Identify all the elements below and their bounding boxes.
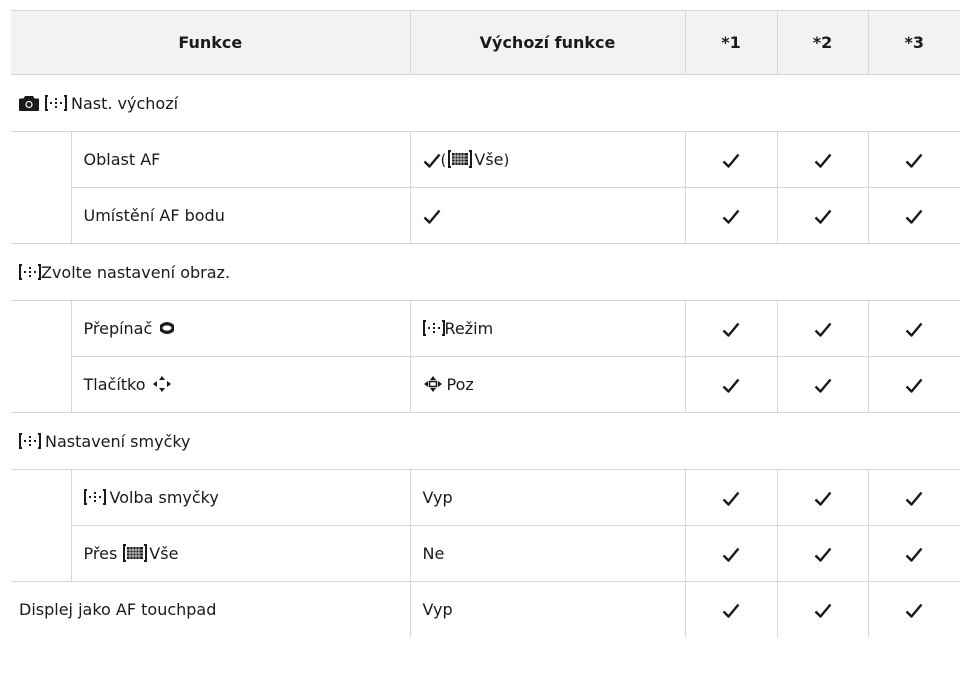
checkmark-icon xyxy=(722,378,740,394)
table-row: Displej jako AF touchpad Vyp xyxy=(11,581,961,637)
checkmark-icon xyxy=(722,153,740,169)
checkmark-icon xyxy=(905,547,923,563)
function-cell: Oblast AF xyxy=(70,131,411,188)
section-title: Nast. výchozí xyxy=(71,93,179,113)
af-target-mode-icon xyxy=(19,263,41,280)
checkmark-icon xyxy=(905,378,923,394)
checkmark-icon xyxy=(722,491,740,507)
table-header-row: Funkce Výchozí funkce *1 *2 *3 xyxy=(11,10,961,75)
af-target-mode-icon xyxy=(19,432,41,449)
function-cell: Přepínač xyxy=(70,300,411,357)
checkmark-icon xyxy=(905,209,923,225)
checkmark-icon xyxy=(814,209,832,225)
checkmark-icon xyxy=(722,209,740,225)
table-row: Přes Vše Ne xyxy=(11,525,961,582)
dial-icon xyxy=(158,320,176,336)
header-col-2: *2 xyxy=(776,10,869,75)
camera-icon xyxy=(19,95,39,111)
checkmark-icon xyxy=(423,153,441,169)
checkmark-icon xyxy=(814,322,832,338)
table-row: Tlačítko Poz xyxy=(11,356,961,413)
checkmark-icon xyxy=(905,491,923,507)
section-header-image-settings: Zvolte nastavení obraz. xyxy=(11,243,961,301)
table-row: Volba smyčky Vyp xyxy=(11,469,961,526)
checkmark-icon xyxy=(814,603,832,619)
checkmark-icon xyxy=(722,547,740,563)
function-cell: Umístění AF bodu xyxy=(70,187,411,244)
header-function: Funkce xyxy=(11,10,411,75)
arrow-pad-icon xyxy=(152,375,172,393)
header-col-1: *1 xyxy=(684,10,778,75)
default-cell: (Vše) xyxy=(409,131,686,188)
arrow-pad-icon xyxy=(423,375,443,393)
af-target-mode-icon xyxy=(83,489,106,505)
default-cell: Poz xyxy=(409,356,686,413)
checkmark-icon xyxy=(905,603,923,619)
checkmark-icon xyxy=(814,491,832,507)
default-cell xyxy=(409,187,686,244)
checkmark-icon xyxy=(814,547,832,563)
checkmark-icon xyxy=(814,378,832,394)
function-cell: Přes Vše xyxy=(70,525,411,582)
checkmark-icon xyxy=(814,153,832,169)
section-title: Nastavení smyčky xyxy=(45,431,191,451)
settings-table: Funkce Výchozí funkce *1 *2 *3 Nast. výc… xyxy=(11,10,961,637)
header-col-3: *3 xyxy=(867,10,961,75)
checkmark-icon xyxy=(905,322,923,338)
default-cell: Režim xyxy=(409,300,686,357)
table-row: Přepínač Režim xyxy=(11,300,961,357)
section-title: Zvolte nastavení obraz. xyxy=(41,262,231,282)
section-header-loop-settings: Nastavení smyčky xyxy=(11,412,961,470)
checkmark-icon xyxy=(905,153,923,169)
section-header-default-settings: Nast. výchozí xyxy=(11,74,961,132)
checkmark-icon xyxy=(722,603,740,619)
default-cell: Vyp xyxy=(409,469,686,526)
function-cell: Volba smyčky xyxy=(70,469,411,526)
checkmark-icon xyxy=(423,209,441,225)
function-cell: Tlačítko xyxy=(70,356,411,413)
header-default-function: Výchozí funkce xyxy=(409,10,686,75)
checkmark-icon xyxy=(722,322,740,338)
all-target-grid-icon xyxy=(123,544,148,562)
table-row: Umístění AF bodu xyxy=(11,187,961,244)
af-target-mode-icon xyxy=(45,94,67,111)
default-cell: Vyp xyxy=(409,581,686,637)
function-cell: Displej jako AF touchpad xyxy=(19,600,217,619)
table-row: Oblast AF (Vše) xyxy=(11,131,961,188)
all-target-grid-icon xyxy=(448,150,473,168)
af-target-mode-icon xyxy=(422,320,445,336)
default-cell: Ne xyxy=(409,525,686,582)
